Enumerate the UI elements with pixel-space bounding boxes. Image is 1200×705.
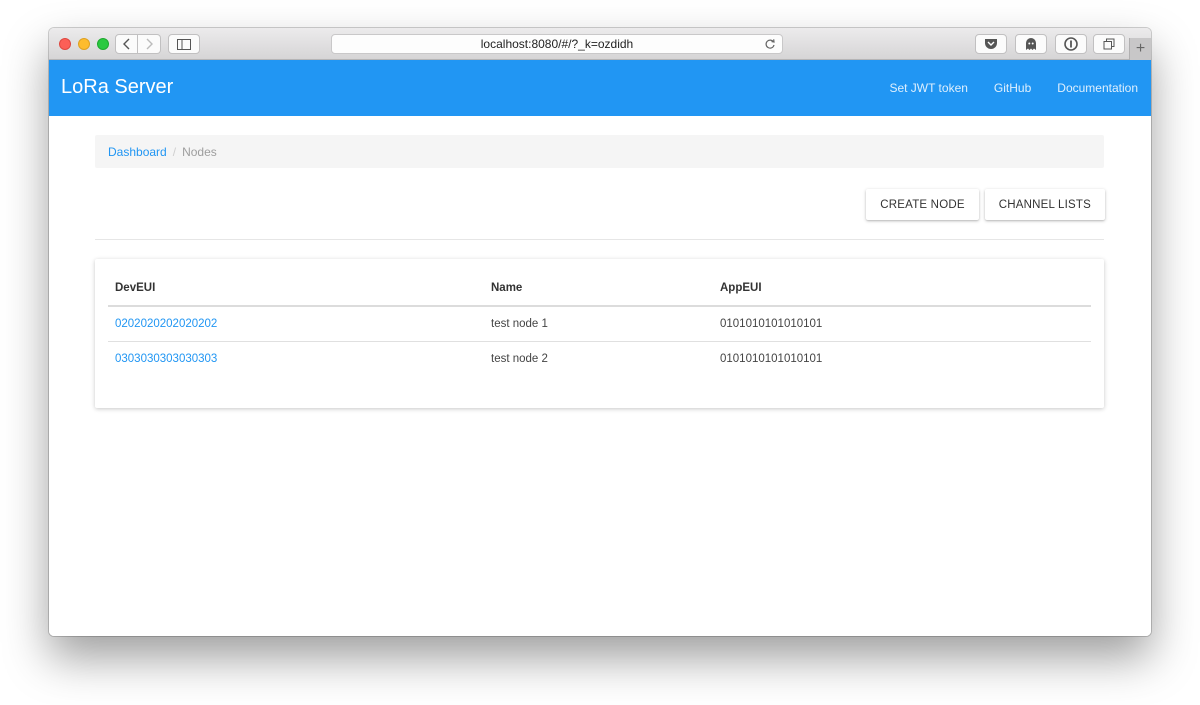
show-tabs-button[interactable] <box>1093 34 1125 54</box>
column-header-name: Name <box>484 271 713 307</box>
column-header-appeui: AppEUI <box>713 271 1091 307</box>
pocket-icon <box>985 39 997 49</box>
table-row: 0202020202020202 test node 1 01010101010… <box>108 306 1091 342</box>
breadcrumb-dashboard[interactable]: Dashboard <box>108 145 167 159</box>
browser-toolbar: localhost:8080/#/?_k=ozdidh + <box>49 28 1151 60</box>
header-nav: Set JWT token GitHub Documentation <box>889 81 1138 95</box>
plus-icon: + <box>1135 40 1146 57</box>
app-header: LoRa Server Set JWT token GitHub Documen… <box>49 60 1151 116</box>
ghost-icon <box>1026 37 1036 50</box>
cell-appeui: 0101010101010101 <box>720 352 823 365</box>
ghostery-button[interactable] <box>1015 34 1047 54</box>
forward-button[interactable] <box>138 34 161 54</box>
cell-deveui: 0202020202020202 <box>108 306 484 342</box>
chevron-left-icon <box>122 38 129 50</box>
nav-set-jwt-token[interactable]: Set JWT token <box>889 81 967 95</box>
new-tab-button[interactable]: + <box>1129 38 1151 60</box>
create-node-button[interactable]: CREATE NODE <box>866 189 979 220</box>
cell-name: test node 1 <box>484 306 713 342</box>
nodes-table: DevEUI Name AppEUI 0202020202020202 test… <box>108 271 1091 376</box>
cell-deveui: 0303030303030303 <box>108 341 484 376</box>
reload-icon[interactable] <box>764 38 776 50</box>
channel-lists-button[interactable]: CHANNEL LISTS <box>984 189 1105 220</box>
cell-name: test node 2 <box>491 352 548 365</box>
sidebar-icon <box>177 38 191 50</box>
minimize-window-button[interactable] <box>78 38 90 50</box>
info-circle-icon <box>1064 37 1078 51</box>
table-header-row: DevEUI Name AppEUI <box>108 271 1091 307</box>
chevron-right-icon <box>146 38 153 50</box>
close-window-button[interactable] <box>59 38 71 50</box>
table-row: 0303030303030303 test node 2 01010101010… <box>108 341 1091 376</box>
password-manager-button[interactable] <box>1055 34 1087 54</box>
divider <box>95 239 1104 240</box>
breadcrumb: Dashboard / Nodes <box>95 135 1104 168</box>
node-deveui-link[interactable]: 0303030303030303 <box>115 353 217 365</box>
breadcrumb-separator: / <box>172 144 177 159</box>
nodes-card: DevEUI Name AppEUI 0202020202020202 test… <box>95 259 1104 408</box>
address-bar[interactable]: localhost:8080/#/?_k=ozdidh <box>331 34 783 54</box>
main-content: Dashboard / Nodes CREATE NODE CHANNEL LI… <box>49 116 1151 636</box>
breadcrumb-current: Nodes <box>182 144 217 159</box>
node-deveui-link[interactable]: 0202020202020202 <box>115 318 217 330</box>
action-buttons: CREATE NODE CHANNEL LISTS <box>866 189 1105 220</box>
zoom-window-button[interactable] <box>97 38 109 50</box>
address-text: localhost:8080/#/?_k=ozdidh <box>480 37 634 51</box>
column-header-deveui: DevEUI <box>108 271 484 307</box>
brand-title[interactable]: LoRa Server <box>61 76 173 99</box>
sidebar-toggle-button[interactable] <box>168 34 200 54</box>
back-button[interactable] <box>115 34 138 54</box>
cell-appeui: 0101010101010101 <box>713 306 1091 342</box>
nav-documentation[interactable]: Documentation <box>1057 81 1138 95</box>
history-navigation <box>115 34 162 54</box>
browser-window: localhost:8080/#/?_k=ozdidh + LoRa Serve… <box>49 28 1151 636</box>
pocket-button[interactable] <box>975 34 1007 54</box>
nav-github[interactable]: GitHub <box>994 81 1031 95</box>
tabs-icon <box>1103 38 1115 50</box>
